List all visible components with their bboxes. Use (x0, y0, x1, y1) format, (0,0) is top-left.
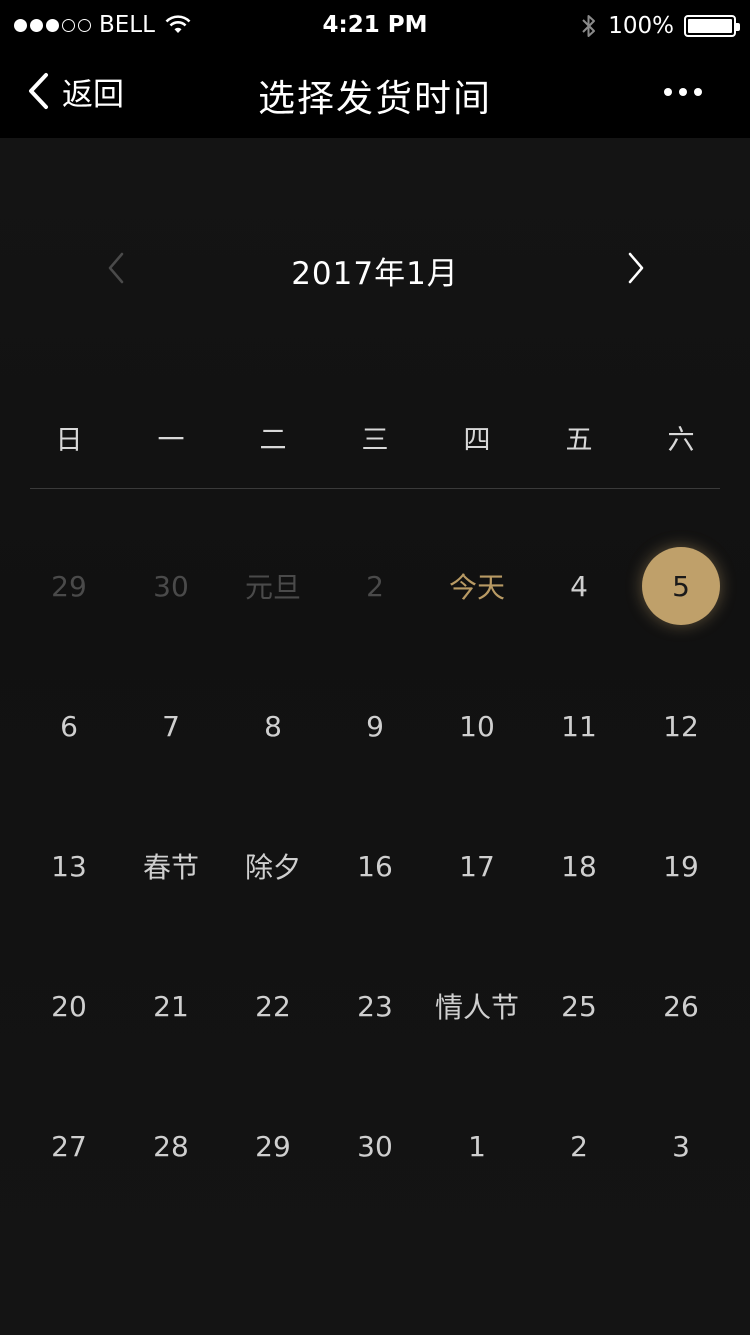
weekday-sun: 日 (55, 425, 83, 456)
weekday-fri: 五 (565, 425, 593, 456)
week-row: 6 7 8 9 10 11 12 (18, 656, 732, 796)
status-bar: BELL 4:21 PM 100% (0, 0, 750, 54)
day-grid: 29 30 元旦 2 今天 4 5 6 7 8 9 10 11 12 13 春节 除夕 16 17 18 19 20 21 2… (18, 516, 732, 1216)
week-row: 20 21 22 23 情人节 25 26 (18, 936, 732, 1076)
day-cell: 元旦 (244, 571, 301, 604)
day-cell: 2 (366, 569, 384, 603)
week-row: 13 春节 除夕 16 17 18 19 (18, 796, 732, 936)
day-cell[interactable]: 16 (324, 796, 426, 936)
weekday-divider (30, 488, 720, 489)
day-cell[interactable]: 12 (630, 656, 732, 796)
day-cell: 29 (51, 569, 87, 603)
day-cell[interactable]: 23 (324, 936, 426, 1076)
day-cell: 30 (153, 569, 189, 603)
more-button[interactable] (664, 84, 702, 100)
day-cell[interactable]: 7 (120, 656, 222, 796)
month-header: 2017年1月 (0, 230, 750, 306)
day-cell[interactable]: 18 (528, 796, 630, 936)
day-cell[interactable]: 22 (222, 936, 324, 1076)
day-cell[interactable]: 26 (630, 936, 732, 1076)
day-cell[interactable]: 20 (18, 936, 120, 1076)
weekday-thu: 四 (463, 425, 491, 456)
day-cell[interactable]: 1 (426, 1076, 528, 1216)
navigation-bar: 返回 选择发货时间 (0, 54, 750, 138)
day-cell[interactable]: 28 (120, 1076, 222, 1216)
day-cell[interactable]: 4 (528, 516, 630, 656)
bluetooth-icon (582, 15, 596, 37)
weekday-wed: 三 (361, 425, 389, 456)
day-cell[interactable]: 除夕 (222, 796, 324, 936)
day-cell[interactable]: 6 (18, 656, 120, 796)
day-cell[interactable]: 25 (528, 936, 630, 1076)
next-month-button[interactable] (622, 248, 650, 288)
weekday-sat: 六 (667, 425, 695, 456)
day-cell[interactable]: 情人节 (426, 936, 528, 1076)
weekday-header: 日 一 二 三 四 五 六 (18, 418, 732, 457)
day-cell[interactable]: 21 (120, 936, 222, 1076)
status-right: 100% (580, 12, 740, 40)
battery-percent: 100% (608, 13, 674, 39)
page-title: 选择发货时间 (258, 77, 492, 120)
today-day[interactable]: 今天 (426, 516, 528, 656)
day-cell[interactable]: 17 (426, 796, 528, 936)
day-cell[interactable]: 30 (324, 1076, 426, 1216)
day-cell[interactable]: 3 (630, 1076, 732, 1216)
weekday-mon: 一 (157, 425, 185, 456)
day-cell[interactable]: 13 (18, 796, 120, 936)
day-cell[interactable]: 19 (630, 796, 732, 936)
calendar: 2017年1月 日 一 二 三 四 五 六 29 30 元旦 2 今天 4 5 6 7 8 9 10 1… (0, 138, 750, 1335)
more-dots-icon (664, 88, 672, 96)
week-row: 27 28 29 30 1 2 3 (18, 1076, 732, 1216)
day-cell[interactable]: 8 (222, 656, 324, 796)
day-cell[interactable]: 11 (528, 656, 630, 796)
day-cell[interactable]: 10 (426, 656, 528, 796)
day-label: 5 (642, 547, 720, 625)
day-cell[interactable]: 2 (528, 1076, 630, 1216)
battery-icon (684, 15, 740, 37)
day-cell[interactable]: 29 (222, 1076, 324, 1216)
day-cell[interactable]: 27 (18, 1076, 120, 1216)
weekday-tue: 二 (259, 425, 287, 456)
week-row: 29 30 元旦 2 今天 4 5 (18, 516, 732, 656)
selected-day[interactable]: 5 (630, 516, 732, 656)
day-cell[interactable]: 9 (324, 656, 426, 796)
day-cell[interactable]: 春节 (120, 796, 222, 936)
